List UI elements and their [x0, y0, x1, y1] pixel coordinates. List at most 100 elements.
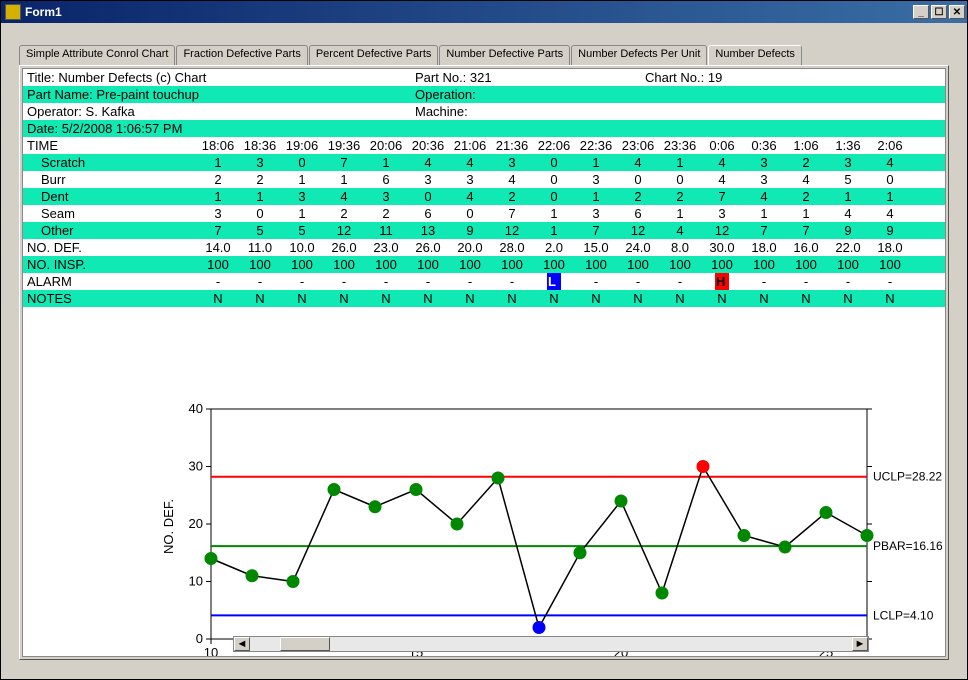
row-label: Burr	[27, 171, 197, 188]
table-row: NO. INSP.1001001001001001001001001001001…	[23, 256, 945, 273]
cell: N	[323, 290, 365, 307]
row-label: Dent	[27, 188, 197, 205]
cell: 5	[827, 171, 869, 188]
tab-number-defects[interactable]: Number Defects	[708, 45, 801, 65]
tab-fraction-defective-parts[interactable]: Fraction Defective Parts	[176, 45, 307, 65]
cell: -	[281, 273, 323, 290]
alarm-low-badge: L	[547, 273, 561, 290]
partno-value: 321	[470, 70, 492, 85]
cell: 0:36	[743, 137, 785, 154]
table-row: Other75512111391217124127799	[23, 222, 945, 239]
cell: 11.0	[239, 239, 281, 256]
scroll-track[interactable]	[250, 637, 852, 651]
table-row: ALARM--------L---H----	[23, 273, 945, 290]
cell: 5	[281, 222, 323, 239]
window-title: Form1	[25, 5, 62, 19]
minimize-button[interactable]: _	[913, 5, 929, 19]
table-row: Burr22116334030043450	[23, 171, 945, 188]
row-label: Other	[27, 222, 197, 239]
cell: 7	[323, 154, 365, 171]
cell: 2	[659, 188, 701, 205]
cell: -	[743, 273, 785, 290]
table-row: Dent11343042012274211	[23, 188, 945, 205]
cell: 1	[785, 205, 827, 222]
cell: N	[407, 290, 449, 307]
scroll-thumb[interactable]	[280, 637, 330, 651]
cell: 23:36	[659, 137, 701, 154]
table-row: NOTESNNNNNNNNNNNNNNNNN	[23, 290, 945, 307]
cell: 18.0	[869, 239, 911, 256]
cell: 8.0	[659, 239, 701, 256]
cell: 15.0	[575, 239, 617, 256]
maximize-button[interactable]: ☐	[931, 5, 947, 19]
cell: 0	[617, 171, 659, 188]
svg-text:40: 40	[189, 401, 203, 416]
cell: 1	[365, 154, 407, 171]
cell: 4	[743, 188, 785, 205]
cell: 23:06	[617, 137, 659, 154]
tab-simple-attribute-conrol-chart[interactable]: Simple Attribute Conrol Chart	[19, 45, 175, 65]
titlebar[interactable]: Form1 _ ☐ ✕	[1, 1, 967, 23]
row-label: NO. INSP.	[27, 256, 197, 273]
cell: 1	[659, 154, 701, 171]
cell: 4	[323, 188, 365, 205]
cell: 24.0	[617, 239, 659, 256]
svg-text:20: 20	[189, 516, 203, 531]
cell: 3	[827, 154, 869, 171]
cell: 3	[743, 171, 785, 188]
cell: N	[659, 290, 701, 307]
data-table: TIME18:0618:3619:0619:3620:0620:3621:062…	[23, 137, 945, 307]
cell: 0	[239, 205, 281, 222]
cell: 4	[869, 154, 911, 171]
cell: 100	[785, 256, 827, 273]
cell: 100	[617, 256, 659, 273]
cell: 2	[365, 205, 407, 222]
cell: 20:36	[407, 137, 449, 154]
table-row: Seam30122607136131144	[23, 205, 945, 222]
cell: 6	[617, 205, 659, 222]
machine-label: Machine:	[415, 104, 468, 119]
cell: -	[827, 273, 869, 290]
cell: 4	[785, 171, 827, 188]
cell: 0:06	[701, 137, 743, 154]
cell: 100	[323, 256, 365, 273]
cell: 1	[533, 205, 575, 222]
close-button[interactable]: ✕	[949, 5, 965, 19]
cell: N	[617, 290, 659, 307]
cell: 4	[449, 188, 491, 205]
cell: 3	[197, 205, 239, 222]
scroll-right-button[interactable]: ►	[852, 637, 868, 651]
cell: 30.0	[701, 239, 743, 256]
cell: 4	[491, 171, 533, 188]
cell: 20.0	[449, 239, 491, 256]
cell: 100	[869, 256, 911, 273]
cell: 4	[449, 154, 491, 171]
cell: -	[869, 273, 911, 290]
cell: 100	[827, 256, 869, 273]
tab-number-defective-parts[interactable]: Number Defective Parts	[439, 45, 570, 65]
tab-number-defects-per-unit[interactable]: Number Defects Per Unit	[571, 45, 707, 65]
date-value: 5/2/2008 1:06:57 PM	[62, 121, 183, 136]
scroll-left-button[interactable]: ◄	[234, 637, 250, 651]
chartno-label: Chart No.:	[645, 70, 704, 85]
tab-percent-defective-parts[interactable]: Percent Defective Parts	[309, 45, 439, 65]
chartno-value: 19	[708, 70, 722, 85]
cell: 14.0	[197, 239, 239, 256]
cell: N	[785, 290, 827, 307]
cell: 100	[701, 256, 743, 273]
cell: 7	[197, 222, 239, 239]
cell: 3	[281, 188, 323, 205]
cell: 1	[533, 222, 575, 239]
cell: 1	[323, 171, 365, 188]
cell: 4	[659, 222, 701, 239]
cell: 1	[575, 154, 617, 171]
cell: 22.0	[827, 239, 869, 256]
date-label: Date:	[27, 121, 58, 136]
title-value: Number Defects (c) Chart	[58, 70, 206, 85]
tab-row: Simple Attribute Conrol ChartFraction De…	[19, 45, 949, 65]
horizontal-scrollbar[interactable]: ◄ ►	[233, 636, 869, 652]
cell: 1	[869, 188, 911, 205]
cell: -	[197, 273, 239, 290]
cell: 100	[491, 256, 533, 273]
row-label: TIME	[27, 137, 197, 154]
